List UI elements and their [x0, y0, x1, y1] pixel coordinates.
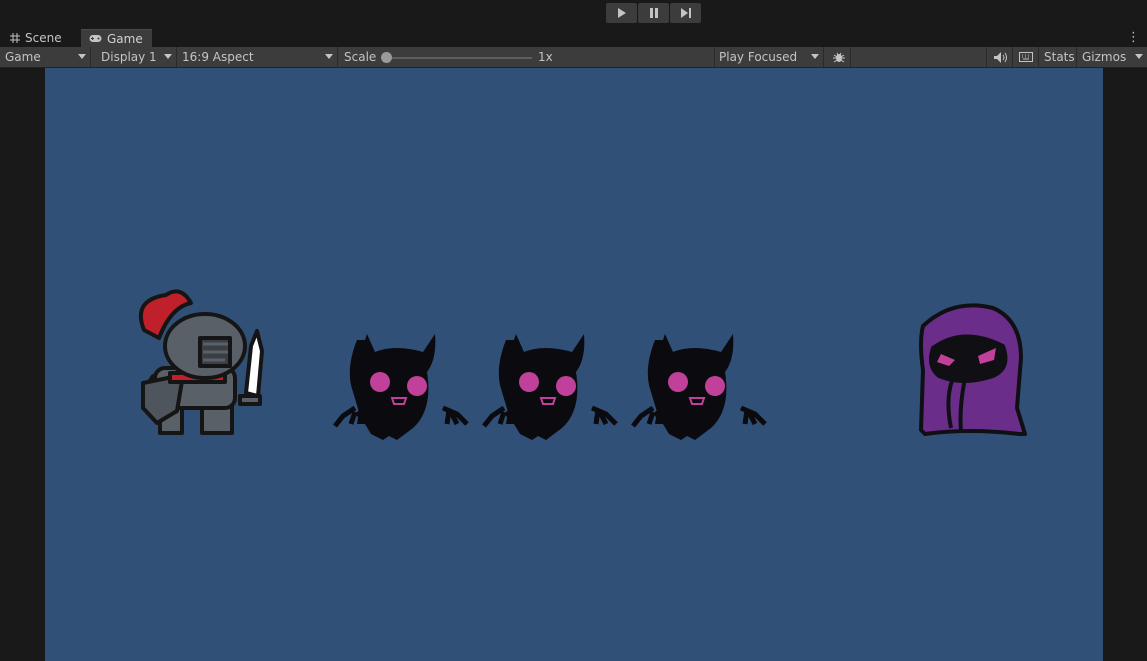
gamepad-icon — [89, 35, 102, 42]
imp-sprite — [333, 334, 469, 440]
display-label: Display 1 — [101, 50, 157, 64]
shortcuts-toggle[interactable] — [1013, 47, 1039, 67]
imp-sprite — [482, 334, 618, 440]
stats-label: Stats — [1044, 50, 1075, 64]
pause-button[interactable] — [638, 3, 669, 23]
view-mode-label: Game — [5, 50, 41, 64]
step-button[interactable] — [670, 3, 701, 23]
scale-value: 1x — [538, 50, 553, 64]
imp-sprite — [631, 334, 767, 440]
chevron-down-icon — [164, 54, 172, 59]
play-button[interactable] — [606, 3, 637, 23]
pause-icon — [649, 8, 658, 18]
grid-icon — [10, 33, 20, 43]
toolbar-spacer — [851, 47, 987, 67]
gizmos-label: Gizmos — [1082, 50, 1127, 64]
aspect-dropdown[interactable]: 16:9 Aspect — [177, 47, 338, 67]
hooded-mage-sprite — [919, 303, 1027, 436]
mute-toggle[interactable] — [988, 47, 1013, 67]
chevron-down-icon — [1135, 54, 1143, 59]
scale-slider[interactable] — [384, 57, 532, 59]
game-view[interactable] — [45, 68, 1103, 661]
tab-row: Scene Game ⋮ — [0, 28, 1147, 47]
step-icon — [680, 8, 691, 18]
play-mode-dropdown[interactable]: Play Focused — [714, 47, 824, 67]
tab-game-label: Game — [107, 31, 143, 46]
stats-button[interactable]: Stats — [1039, 47, 1077, 67]
game-toolbar: Game Display 1 16:9 Aspect Scale 1x Play… — [0, 47, 1147, 68]
display-dropdown[interactable]: Display 1 — [96, 47, 177, 67]
scale-label: Scale — [344, 50, 377, 64]
play-mode-label: Play Focused — [719, 50, 798, 64]
gizmos-dropdown[interactable]: Gizmos — [1077, 47, 1147, 67]
chevron-down-icon — [811, 54, 819, 59]
play-controls — [606, 3, 701, 23]
play-icon — [617, 8, 626, 18]
tab-scene-label: Scene — [25, 31, 62, 45]
knight-sprite — [138, 289, 264, 435]
bug-icon — [832, 52, 845, 63]
chevron-down-icon — [78, 54, 86, 59]
keyboard-icon — [1018, 52, 1033, 62]
tab-game[interactable]: Game — [81, 29, 152, 47]
aspect-label: 16:9 Aspect — [182, 50, 254, 64]
bug-toggle[interactable] — [827, 47, 851, 67]
scale-slider-handle[interactable] — [381, 52, 392, 63]
more-options-icon[interactable]: ⋮ — [1127, 30, 1140, 45]
top-bar — [0, 0, 1147, 28]
view-mode-dropdown[interactable]: Game — [0, 47, 91, 67]
chevron-down-icon — [325, 54, 333, 59]
tab-scene[interactable]: Scene — [2, 29, 78, 47]
speaker-icon — [993, 51, 1007, 63]
